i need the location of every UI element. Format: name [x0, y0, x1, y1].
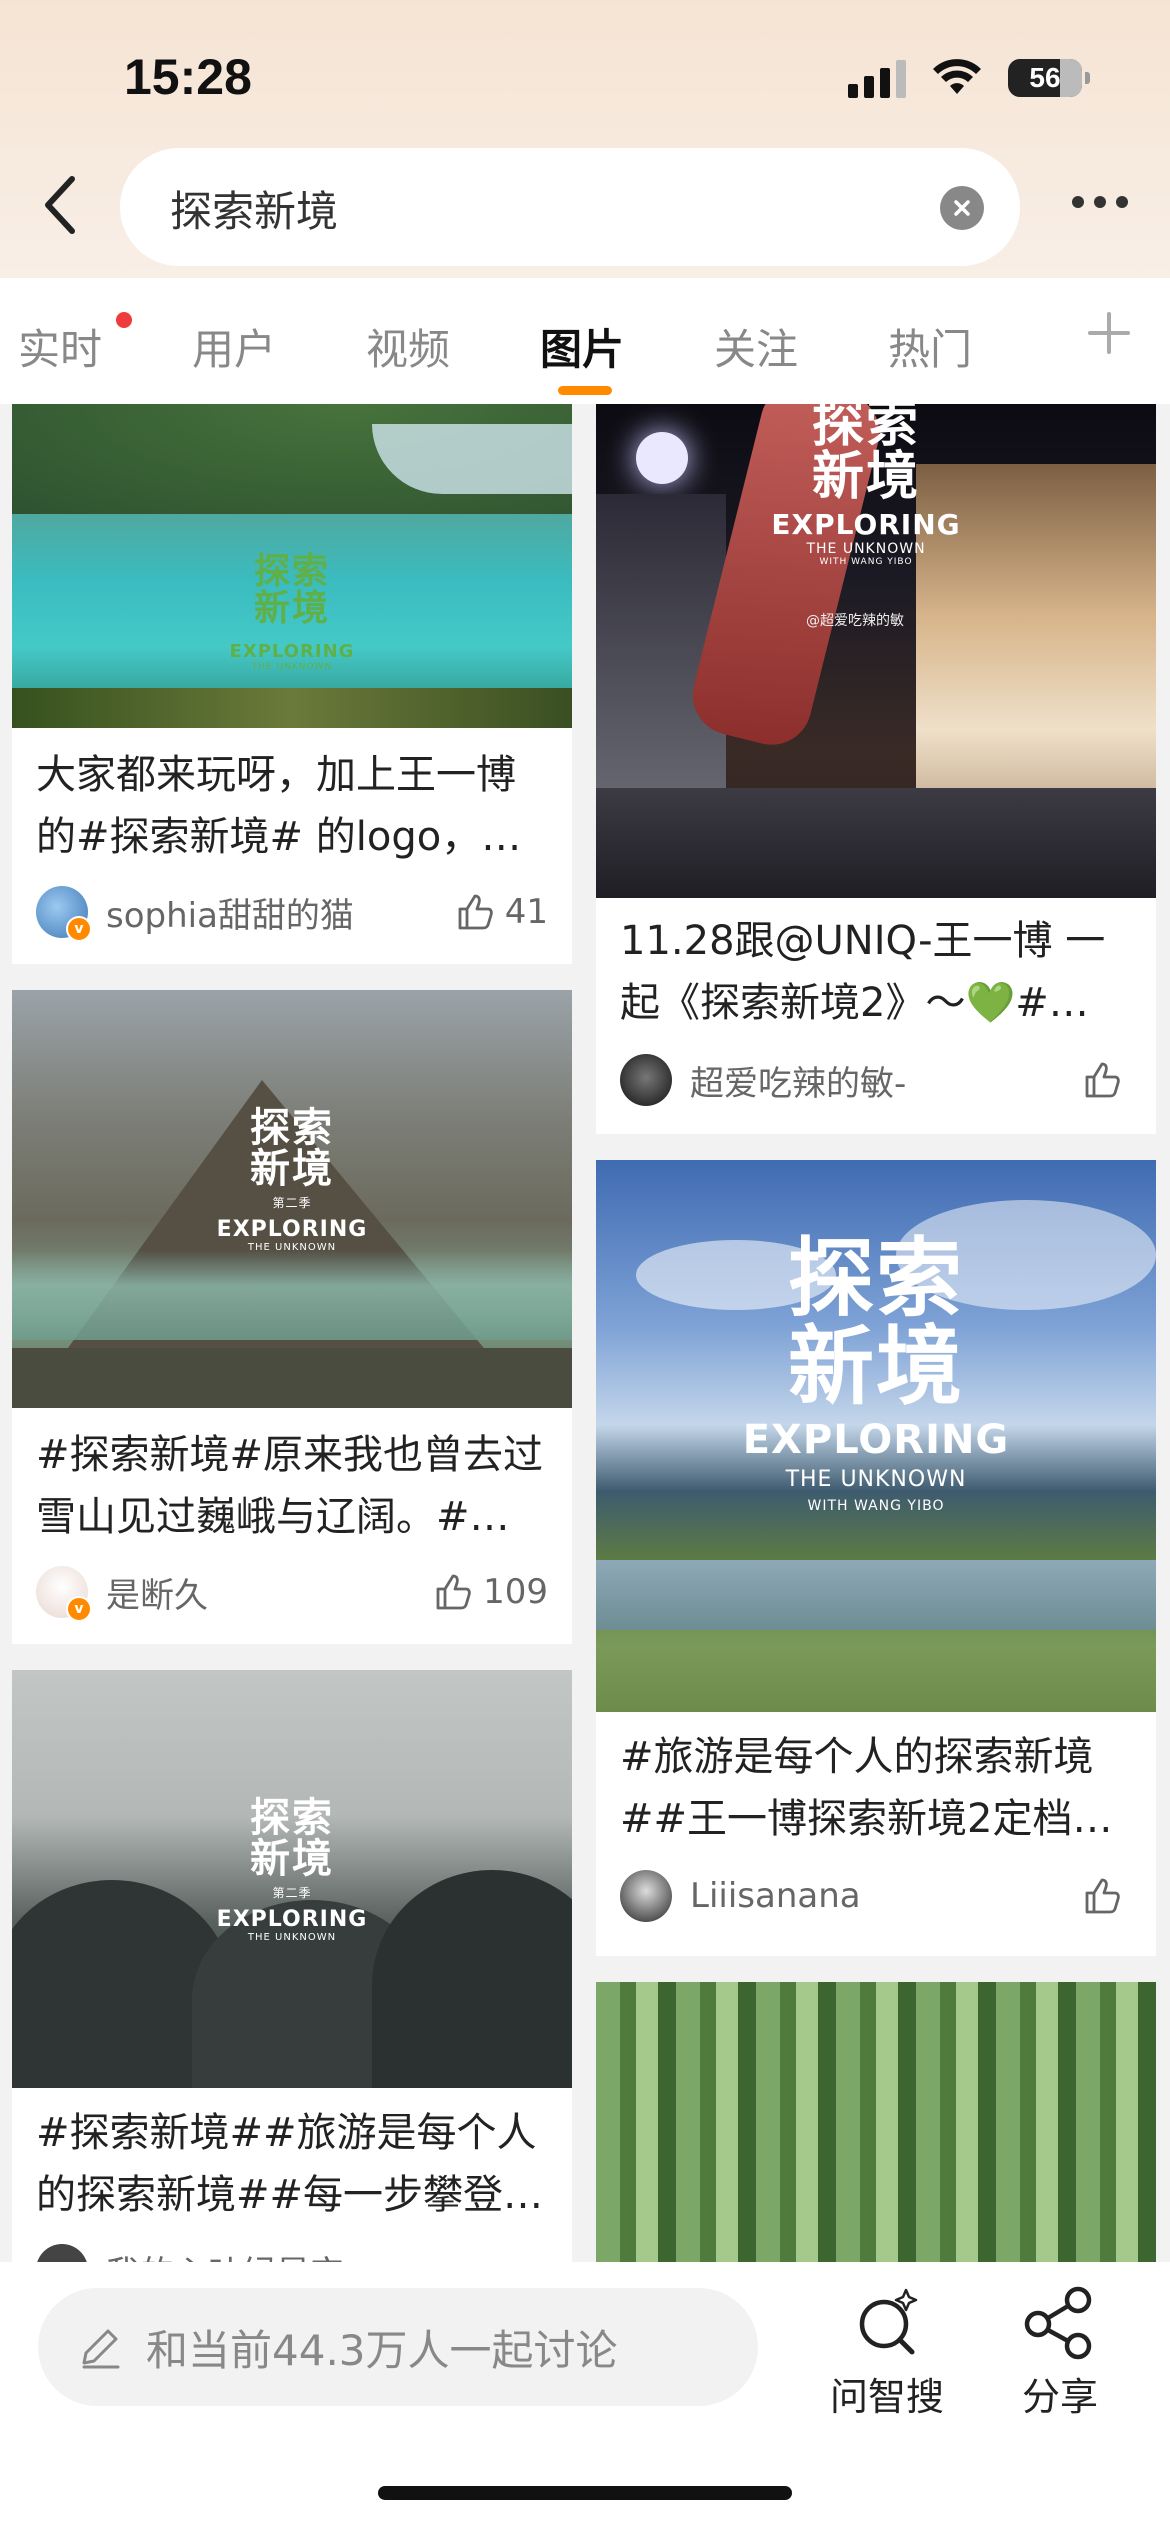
tab-following[interactable]: 关注 — [714, 316, 798, 377]
card-image: 探索 新境 EXPLORING THE UNKNOWN WITH WANG YIB… — [596, 404, 1156, 898]
card-meta: 我的心叶绿星空 — [36, 2240, 548, 2262]
search-input[interactable]: 探索新境 — [120, 148, 1020, 266]
avatar[interactable]: v — [36, 1566, 92, 1622]
tab-images[interactable]: 图片 — [540, 316, 624, 377]
card-image: 探索 新境 EXPLORING THE UNKNOWN — [12, 404, 572, 728]
like-button[interactable]: 41 — [455, 892, 548, 932]
active-tab-indicator — [558, 386, 612, 395]
avatar[interactable] — [620, 1870, 672, 1922]
back-button[interactable] — [30, 170, 90, 240]
card-meta: v 是断久 109 — [36, 1562, 548, 1622]
feed-card[interactable] — [596, 1982, 1156, 2262]
card-image: 探索 新境 第二季 EXPLORING THE UNKNOWN — [12, 1670, 572, 2088]
brand-credit: WITH WANG YIBO — [807, 1498, 945, 1515]
thumbs-up-icon — [1085, 1062, 1120, 1098]
battery-level: 56 — [1029, 62, 1061, 93]
plus-icon — [1088, 312, 1130, 354]
brand-subtitle: EXPLORING — [771, 508, 961, 542]
brand-tagline: THE UNKNOWN — [806, 541, 926, 558]
card-title: #探索新境##旅游是每个人的探索新境##每一步攀登… — [36, 2110, 544, 2218]
search-query: 探索新境 — [170, 187, 339, 236]
brand-tagline: THE UNKNOWN — [247, 1931, 337, 1943]
share-button[interactable]: 分享 — [1020, 2284, 1100, 2421]
author-name[interactable]: Liiisanana — [690, 1876, 1082, 1916]
tab-videos[interactable]: 视频 — [366, 316, 450, 377]
card-image: 探索 新境 EXPLORING THE UNKNOWN WITH WANG YIB… — [596, 1160, 1156, 1712]
battery-icon: 56 — [1008, 59, 1090, 97]
like-count: 109 — [483, 1572, 548, 1612]
feed-card[interactable]: 探索 新境 第二季 EXPLORING THE UNKNOWN #探索新境#原来我… — [12, 990, 572, 1644]
like-count: 41 — [504, 892, 548, 932]
thumbs-up-icon — [436, 1574, 471, 1610]
avatar[interactable] — [620, 1054, 672, 1106]
brand-title: 探索 新境 — [253, 551, 330, 629]
more-options-button[interactable] — [1072, 196, 1128, 208]
season-label: 第二季 — [272, 1195, 312, 1210]
ask-ai-button[interactable]: 问智搜 — [830, 2284, 944, 2421]
like-button[interactable]: 109 — [433, 1572, 548, 1612]
wifi-icon — [933, 59, 981, 94]
feed-card[interactable]: 探索 新境 EXPLORING THE UNKNOWN WITH WANG YIB… — [596, 404, 1156, 1134]
brand-subtitle: EXPLORING — [742, 1417, 1010, 1464]
pencil-icon — [82, 2329, 120, 2369]
share-label: 分享 — [1021, 2375, 1098, 2419]
tab-realtime[interactable]: 实时 — [18, 316, 102, 377]
like-button[interactable] — [1082, 1876, 1132, 1916]
thumbs-up-icon — [458, 894, 493, 930]
brand-subtitle: EXPLORING — [216, 1906, 368, 1932]
season-label: 第二季 — [272, 1885, 312, 1900]
card-meta: 超爱吃辣的敏- — [620, 1050, 1132, 1110]
author-name[interactable]: sophia甜甜的猫 — [106, 888, 455, 937]
card-title: #探索新境#原来我也曾去过雪山见过巍峨与辽阔。#… — [36, 1432, 544, 1540]
comment-input[interactable]: 和当前44.3万人一起讨论 — [38, 2288, 758, 2406]
brand-title: 探索 新境 — [788, 1229, 964, 1417]
ai-search-icon — [859, 2288, 918, 2355]
image-watermark: @超爱吃辣的敏 — [806, 613, 904, 629]
home-indicator — [378, 2486, 792, 2500]
brand-credit: WITH WANG YIBO — [819, 557, 913, 568]
card-title: 大家都来玩呀，加上王一博的#探索新境# 的logo，… — [36, 752, 522, 860]
card-meta: v sophia甜甜的猫 41 — [36, 882, 548, 942]
thumbs-up-icon — [1085, 1878, 1120, 1914]
unread-dot — [116, 312, 132, 328]
author-name[interactable]: 是断久 — [106, 1568, 433, 1617]
tab-bar: 实时 用户 视频 图片 关注 热门 — [0, 278, 1170, 404]
comment-placeholder: 和当前44.3万人一起讨论 — [146, 2325, 618, 2375]
brand-tagline: THE UNKNOWN — [785, 1467, 967, 1493]
brand-title: 探索 新境 — [811, 404, 920, 508]
share-icon — [1024, 2286, 1092, 2360]
card-meta: Liiisanana — [620, 1866, 1132, 1926]
card-image — [596, 1982, 1156, 2262]
like-button[interactable] — [1082, 1060, 1132, 1100]
brand-subtitle: EXPLORING — [216, 1216, 368, 1242]
brand-tagline: THE UNKNOWN — [247, 1241, 337, 1253]
chevron-left-icon — [45, 176, 75, 234]
cellular-signal-icon — [848, 58, 906, 98]
author-name[interactable]: 我的心叶绿星空 — [106, 2246, 548, 2263]
status-time: 15:28 — [124, 49, 252, 105]
add-tab-button[interactable] — [1086, 310, 1132, 360]
brand-subtitle: EXPLORING — [229, 641, 355, 663]
tab-users[interactable]: 用户 — [192, 316, 276, 377]
clear-search-button[interactable] — [940, 186, 984, 230]
avatar[interactable]: v — [36, 886, 92, 942]
feed-card[interactable]: 探索 新境 EXPLORING THE UNKNOWN WITH WANG YIB… — [596, 1160, 1156, 1956]
avatar[interactable] — [36, 2244, 88, 2262]
card-image: 探索 新境 第二季 EXPLORING THE UNKNOWN — [12, 990, 572, 1408]
brand-title: 探索 新境 — [250, 1105, 334, 1192]
author-name[interactable]: 超爱吃辣的敏- — [690, 1056, 1082, 1105]
feed-card[interactable]: 探索 新境 EXPLORING THE UNKNOWN 大家都来玩呀，加上王一博的… — [12, 404, 572, 964]
card-title: 11.28跟@UNIQ-王一博 一起《探索新境2》～💚#… — [620, 918, 1106, 1026]
card-title: #旅游是每个人的探索新境##王一博探索新境2定档… — [620, 1734, 1113, 1842]
brand-title: 探索 新境 — [250, 1795, 334, 1882]
tab-hot[interactable]: 热门 — [888, 316, 972, 377]
status-icons: 56 — [848, 50, 1090, 106]
feed-card[interactable]: 探索 新境 第二季 EXPLORING THE UNKNOWN #探索新境##旅游… — [12, 1670, 572, 2262]
ask-ai-label: 问智搜 — [830, 2375, 945, 2419]
close-icon — [954, 200, 970, 216]
brand-tagline: THE UNKNOWN — [251, 662, 333, 673]
